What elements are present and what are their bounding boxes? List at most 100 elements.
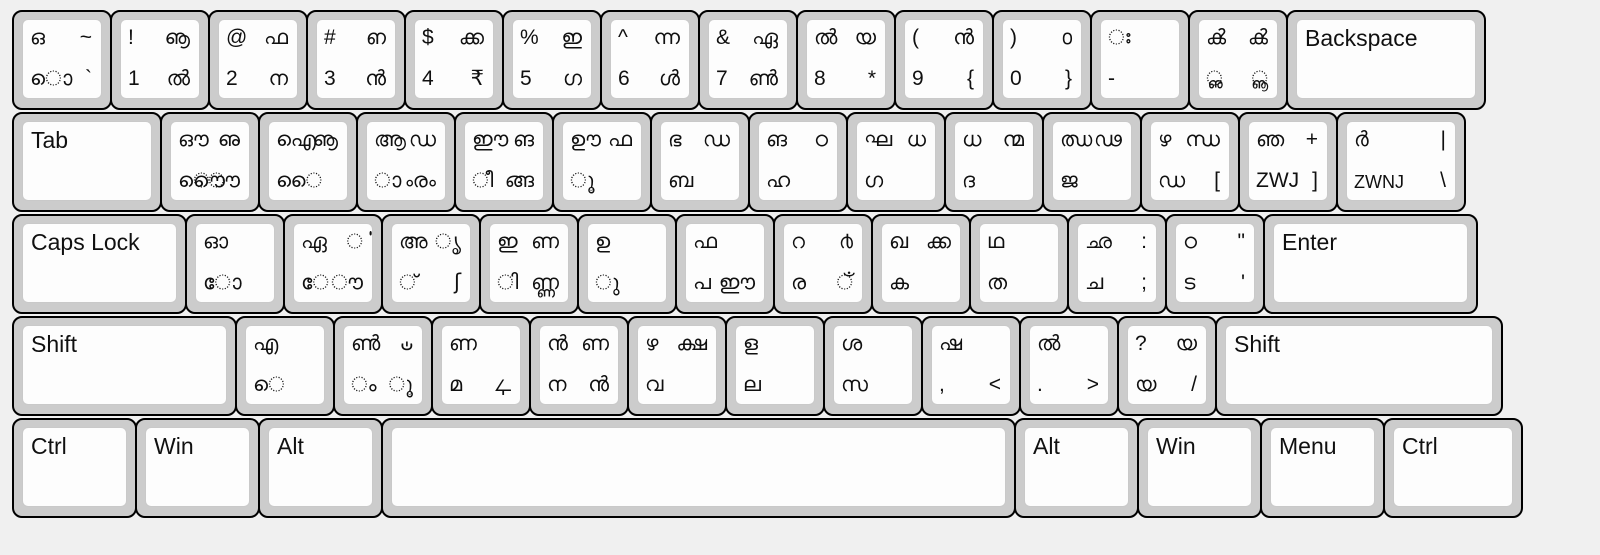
key-t-glyph-tl: ഊ	[570, 127, 601, 151]
key-8[interactable]: ൽ യ 8 *	[796, 10, 896, 110]
key-alt-left[interactable]: Alt	[258, 418, 383, 518]
key-d[interactable]: അൃ് ʃ	[381, 214, 481, 314]
key-z[interactable]: എെ	[235, 316, 335, 416]
key-menu[interactable]: Menu	[1260, 418, 1385, 518]
key-0[interactable]: ) ൦ 0}	[992, 10, 1092, 110]
key-2[interactable]: @ ഫ 2 ന	[208, 10, 308, 110]
key-win-right[interactable]: Win	[1137, 418, 1262, 518]
key-y[interactable]: ഭഡബ	[650, 112, 750, 212]
key-backspace[interactable]: Backspace	[1286, 10, 1486, 110]
key-t-cap: ഊ ഫൂ	[562, 121, 642, 201]
key-8-glyph-tl: ൽ	[814, 25, 838, 49]
key-g[interactable]: ഉു	[577, 214, 677, 314]
key-l-glyph-bl: ത	[987, 270, 1008, 294]
key-n-glyph-bl: ല	[743, 372, 761, 396]
key-m[interactable]: ശസ	[823, 316, 923, 416]
key-bracket-right[interactable]: ഞ + ZWJ]	[1238, 112, 1338, 212]
key-n[interactable]: ളല	[725, 316, 825, 416]
key-l[interactable]: ഥത	[969, 214, 1069, 314]
key-ctrl-right-cap: Ctrl	[1393, 427, 1513, 507]
key-j-glyph-br: ഁ	[836, 270, 853, 294]
key-t[interactable]: ഊ ഫൂ	[552, 112, 652, 212]
key-grave-glyph-br: `	[85, 67, 92, 90]
key-6-cap: ^ ന്ന 6 ൾ	[610, 19, 690, 99]
key-tab[interactable]: Tab	[12, 112, 162, 212]
key-alt-right[interactable]: Alt	[1014, 418, 1139, 518]
key-bracket-left[interactable]: ഴ ന്ധ ഡ [	[1140, 112, 1240, 212]
key-shift-right-label: Shift	[1234, 331, 1281, 357]
key-6[interactable]: ^ ന്ന 6 ൾ	[600, 10, 700, 110]
key-5[interactable]: % ഇ 5 ഗ	[502, 10, 602, 110]
key-5-glyph-bl: 5	[520, 67, 532, 90]
key-backslash-glyph-tr: |	[1440, 128, 1446, 151]
key-minus-glyph-bl: -	[1108, 67, 1115, 90]
key-h-cap: ഫപഈ	[685, 223, 765, 303]
key-z-cap: എെ	[245, 325, 325, 405]
key-minus[interactable]: ഃ -	[1090, 10, 1190, 110]
key-enter[interactable]: Enter	[1263, 214, 1478, 314]
key-c[interactable]: ണമ ഺ	[431, 316, 531, 416]
key-ctrl-right[interactable]: Ctrl	[1383, 418, 1523, 518]
key-alt-left-cap: Alt	[268, 427, 373, 507]
key-x[interactable]: ൺ ഄംൂ	[333, 316, 433, 416]
key-caps-lock[interactable]: Caps Lock	[12, 214, 187, 314]
key-p-glyph-tr: ഢ	[1094, 127, 1122, 151]
key-z-glyph-tl: എ	[253, 331, 279, 355]
key-a-glyph-tl: ഓ	[203, 229, 229, 253]
key-d-glyph-bl: ്	[399, 270, 418, 294]
key-s[interactable]: ഏ ൎേൗ	[283, 214, 383, 314]
key-o[interactable]: ധ ന്മ ദ	[944, 112, 1044, 212]
key-b-glyph-bl: വ	[645, 372, 664, 396]
key-i[interactable]: ഘധഗ	[846, 112, 946, 212]
key-menu-label: Menu	[1279, 433, 1337, 459]
key-enter-label: Enter	[1282, 229, 1337, 255]
key-4-glyph-tl: $	[422, 26, 434, 49]
key-q[interactable]: ഔ ഌൌൌ	[160, 112, 260, 212]
key-d-glyph-br: ʃ	[453, 270, 461, 294]
key-period-glyph-br: >	[1086, 373, 1099, 396]
key-win-left[interactable]: Win	[135, 418, 260, 518]
key-7[interactable]: & ഏ 7 ൺ	[698, 10, 798, 110]
key-grave[interactable]: ഒ ~ൊ `	[12, 10, 112, 110]
key-c-glyph-tl: ണ	[449, 331, 477, 355]
key-period[interactable]: ൽ. >	[1019, 316, 1119, 416]
key-9[interactable]: (ൻ 9 {	[894, 10, 994, 110]
key-v[interactable]: ൻണനൻ	[529, 316, 629, 416]
key-6-glyph-br: ൾ	[658, 66, 680, 90]
key-backslash[interactable]: ർ | ZWNJ \	[1336, 112, 1466, 212]
key-bracket-left-glyph-bl: ഡ	[1158, 168, 1186, 192]
key-equals-glyph-bl: ൢ	[1206, 66, 1223, 90]
key-ctrl-left[interactable]: Ctrl	[12, 418, 137, 518]
key-comma[interactable]: ഷ, <	[921, 316, 1021, 416]
key-b-glyph-tl: ഴ	[645, 331, 659, 355]
key-f[interactable]: ഇ ണി ണ്ണ	[479, 214, 579, 314]
key-1[interactable]: ! ൡ 1 ൽ	[110, 10, 210, 110]
key-p[interactable]: ഝഢജ	[1042, 112, 1142, 212]
key-3-cap: # ഩ 3 ൻ	[316, 19, 396, 99]
key-e-cap: ആ ഡാ ൟ	[366, 121, 446, 201]
key-equals[interactable]: ൿ ൿൢൣ	[1188, 10, 1288, 110]
key-2-glyph-tl: @	[226, 26, 248, 49]
key-quote-glyph-tl: ഠ	[1183, 229, 1197, 253]
key-h[interactable]: ഫപഈ	[675, 214, 775, 314]
key-k[interactable]: ഖ ക്ക ക	[871, 214, 971, 314]
key-semicolon[interactable]: ഛ: ച;	[1067, 214, 1167, 314]
key-shift-right[interactable]: Shift	[1215, 316, 1503, 416]
key-e[interactable]: ആ ഡാ ൟ	[356, 112, 456, 212]
key-o-glyph-bl: ദ	[962, 168, 975, 192]
key-j[interactable]: റ ൪ രഁ	[773, 214, 873, 314]
key-r[interactable]: ഈ ങീ ങ്ങ	[454, 112, 554, 212]
key-quote[interactable]: ഠ " ട '	[1165, 214, 1265, 314]
key-x-glyph-tl: ൺ	[351, 331, 381, 355]
key-u[interactable]: ങ ഠഹ	[748, 112, 848, 212]
key-3[interactable]: # ഩ 3 ൻ	[306, 10, 406, 110]
key-b[interactable]: ഴ ക്ഷ വ	[627, 316, 727, 416]
key-space[interactable]	[381, 418, 1016, 518]
key-4[interactable]: $ ക്ക 4 ₹	[404, 10, 504, 110]
key-minus-cap: ഃ -	[1100, 19, 1180, 99]
key-q-glyph-tl: ഔ	[178, 127, 209, 151]
key-slash[interactable]: ? യ യ /	[1117, 316, 1217, 416]
key-a[interactable]: ഓോ	[185, 214, 285, 314]
key-w[interactable]: ഐ ൡൈ	[258, 112, 358, 212]
key-shift-left[interactable]: Shift	[12, 316, 237, 416]
